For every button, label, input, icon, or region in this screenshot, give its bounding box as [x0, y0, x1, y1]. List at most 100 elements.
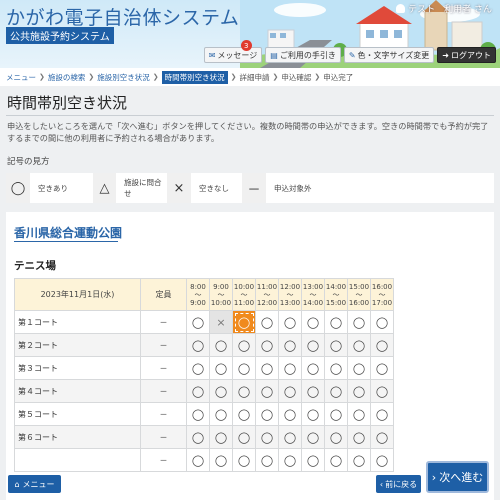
time-slot-cell[interactable]: ◯	[301, 402, 325, 426]
time-slot-cell[interactable]: ◯	[209, 379, 233, 403]
time-slot-cell[interactable]: ◯	[347, 333, 371, 357]
time-slot-cell[interactable]: ◯	[370, 333, 394, 357]
time-slot-cell[interactable]: ◯	[209, 425, 233, 449]
time-slot-cell[interactable]: ◯	[347, 356, 371, 380]
time-slot-cell[interactable]: ◯	[278, 310, 302, 334]
slot-to-time: 9:00	[190, 298, 206, 307]
time-slot-cell[interactable]: ◯	[186, 333, 210, 357]
time-slot-cell[interactable]: ◯	[209, 448, 233, 472]
time-slot-cell[interactable]: ◯	[186, 402, 210, 426]
time-slot-cell[interactable]: ◯	[232, 425, 256, 449]
time-slot-cell[interactable]: ◯	[301, 448, 325, 472]
court-name: 第２コート	[14, 333, 141, 357]
time-slot-cell[interactable]: ◯	[370, 425, 394, 449]
tilde-separator: 〜	[286, 290, 294, 299]
time-slot-cell[interactable]: ◯	[278, 356, 302, 380]
breadcrumb-facility-availability[interactable]: 施設別空き状況	[97, 72, 150, 83]
slot-to-time: 12:00	[256, 298, 278, 307]
breadcrumb-search[interactable]: 施設の検索	[48, 72, 86, 83]
time-slot-header: 9:00 〜 10:00	[209, 278, 233, 311]
time-slot-cell[interactable]: ◯	[370, 356, 394, 380]
user-name: テスト 利用者 さん	[408, 5, 492, 15]
facility-card: 香川県総合運動公園 テニス場 2023年11月1日(水) 定員 8:00 〜 9:0…	[6, 212, 494, 500]
time-slot-cell[interactable]: ◯	[209, 333, 233, 357]
time-slot-cell[interactable]: ◯	[324, 379, 348, 403]
title-divider	[6, 115, 494, 116]
slot-from-time: 12:00	[279, 282, 301, 291]
time-slot-cell[interactable]: ◯	[255, 356, 279, 380]
time-slot-cell[interactable]: ◯	[301, 356, 325, 380]
time-slot-cell[interactable]: ◯	[347, 425, 371, 449]
time-slot-cell[interactable]: ◯	[232, 448, 256, 472]
menu-button[interactable]: ⌂ メニュー	[8, 475, 61, 493]
time-slot-cell[interactable]: ◯	[370, 310, 394, 334]
time-slot-cell[interactable]: ◯	[324, 310, 348, 334]
time-slot-cell[interactable]: ◯	[232, 402, 256, 426]
time-slot-cell[interactable]: ◯	[370, 448, 394, 472]
table-header-row: 2023年11月1日(水) 定員 8:00 〜 9:00 9:00 〜 10:00 10:0…	[14, 278, 394, 311]
site-header: かがわ電子自治体システム 公共施設予約システム テスト 利用者 さん ✉ メッセ…	[0, 0, 500, 68]
time-slot-cell[interactable]: ◯	[255, 448, 279, 472]
court-name: 第１コート	[14, 310, 141, 334]
time-slot-cell[interactable]: ◯	[347, 310, 371, 334]
time-slot-cell[interactable]: ◯	[232, 356, 256, 380]
time-slot-cell[interactable]: ◯	[278, 425, 302, 449]
time-slot-cell[interactable]: ◯	[370, 379, 394, 403]
next-button[interactable]: › 次へ進む	[426, 461, 489, 493]
time-slot-cell[interactable]: ◯	[255, 379, 279, 403]
time-slot-cell[interactable]: ◯	[255, 402, 279, 426]
time-slot-cell[interactable]: ◯	[324, 333, 348, 357]
tilde-separator: 〜	[194, 290, 202, 299]
time-slot-cell[interactable]: ◯	[186, 448, 210, 472]
color-size-button[interactable]: ✎ 色・文字サイズ変更	[343, 47, 435, 63]
time-slot-cell[interactable]: ◯	[347, 402, 371, 426]
time-slot-cell[interactable]: ◯	[255, 310, 279, 334]
time-slot-cell[interactable]: ◯	[301, 379, 325, 403]
user-info: テスト 利用者 さん	[396, 2, 492, 15]
time-slot-cell[interactable]: ◯	[186, 356, 210, 380]
time-slot-cell[interactable]: ◯	[324, 402, 348, 426]
capacity-cell: －	[140, 448, 187, 472]
time-slot-cell[interactable]: ◯	[301, 425, 325, 449]
table-row: 第３コート－ ◯ ◯ ◯ ◯ ◯ ◯ ◯ ◯ ◯	[14, 356, 394, 380]
table-row: 第１コート－ ◯ × ◯ ◯ ◯ ◯ ◯ ◯ ◯	[14, 310, 394, 334]
facility-name[interactable]: 香川県総合運動公園	[14, 224, 122, 241]
time-slot-cell[interactable]: ◯	[186, 379, 210, 403]
time-slot-cell[interactable]: ◯	[209, 402, 233, 426]
message-button[interactable]: ✉ メッセージ 3	[203, 40, 263, 63]
time-slot-cell[interactable]: ◯	[209, 356, 233, 380]
legend-item: ◯ 空きあり	[6, 173, 93, 203]
time-slot-cell[interactable]: ◯	[232, 310, 256, 334]
time-slot-cell[interactable]: ◯	[301, 310, 325, 334]
time-slot-cell[interactable]: ◯	[186, 425, 210, 449]
time-slot-cell[interactable]: ◯	[347, 379, 371, 403]
back-button[interactable]: ‹ 前に戻る	[376, 475, 421, 493]
time-slot-cell[interactable]: ◯	[232, 379, 256, 403]
message-count-badge: 3	[240, 40, 252, 51]
time-slot-cell[interactable]: ◯	[324, 448, 348, 472]
time-slot-cell[interactable]: ◯	[278, 448, 302, 472]
breadcrumb-menu[interactable]: メニュー	[6, 72, 36, 83]
logout-button[interactable]: ➜ ログアウト	[437, 47, 496, 63]
time-slot-header: 11:00 〜 12:00	[255, 278, 279, 311]
time-slot-cell[interactable]: ◯	[324, 425, 348, 449]
time-slot-cell[interactable]: ◯	[255, 333, 279, 357]
time-slot-cell[interactable]: ◯	[278, 333, 302, 357]
court-name: 第５コート	[14, 402, 141, 426]
time-slot-cell[interactable]: ◯	[324, 356, 348, 380]
time-slot-cell[interactable]: ◯	[347, 448, 371, 472]
guide-button[interactable]: ▤ ご利用の手引き	[265, 47, 341, 63]
logout-icon: ➜	[442, 50, 449, 60]
time-slot-cell[interactable]: ◯	[186, 310, 210, 334]
time-slot-cell[interactable]: ◯	[278, 402, 302, 426]
breadcrumb: メニュー ❯ 施設の検索 ❯ 施設別空き状況 ❯ 時間帯別空き状況 ❯ 詳細申請…	[0, 68, 500, 86]
time-slot-cell[interactable]: ◯	[370, 402, 394, 426]
time-slot-cell[interactable]: ◯	[255, 425, 279, 449]
time-slot-cell[interactable]: ◯	[278, 379, 302, 403]
time-slot-cell[interactable]: ◯	[232, 333, 256, 357]
symbol-legend: ◯ 空きあり △ 施設に問合せ × 空きなし － 申込対象外	[6, 173, 494, 203]
date-header: 2023年11月1日(水)	[14, 278, 141, 311]
slot-to-time: 16:00	[348, 298, 370, 307]
home-icon: ⌂	[14, 479, 20, 489]
time-slot-cell[interactable]: ◯	[301, 333, 325, 357]
